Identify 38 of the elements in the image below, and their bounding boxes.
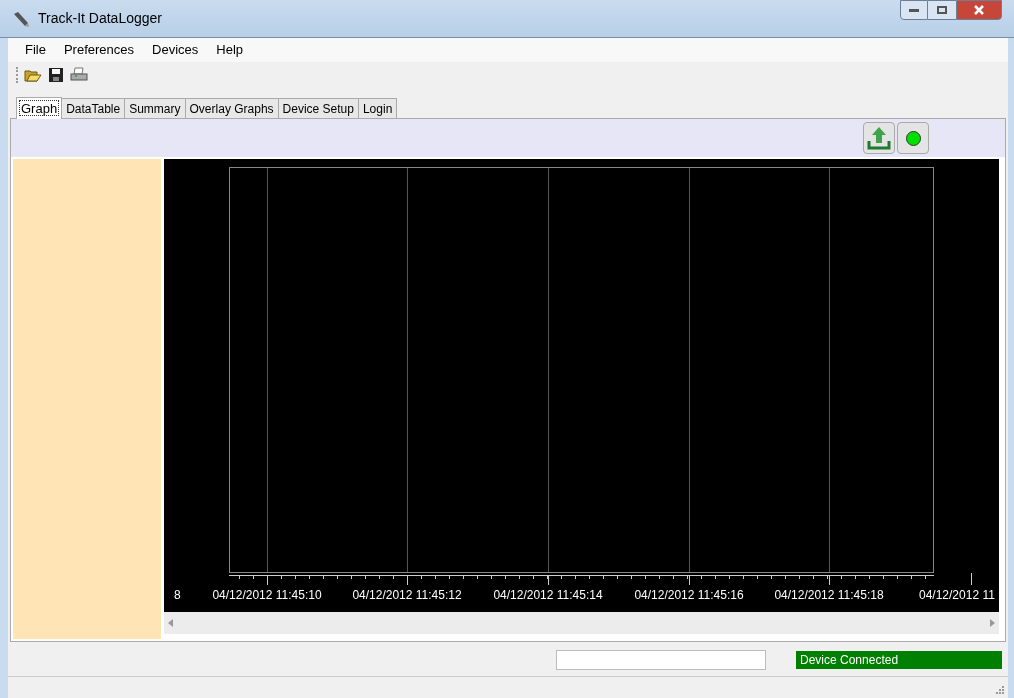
close-icon (974, 5, 984, 15)
axis-label: 04/12/2012 11:45:10 (212, 588, 322, 602)
horizontal-scrollbar[interactable] (164, 612, 999, 634)
axis-label: 04/12/2012 11:45:18 (774, 588, 884, 602)
resize-grip-icon[interactable] (995, 685, 1004, 694)
printer-icon[interactable] (70, 67, 88, 83)
tab[interactable]: Device Setup (277, 98, 359, 118)
connection-status: Device Connected (796, 651, 1002, 669)
input-field[interactable] (556, 650, 766, 670)
axis-label: 04/12/2012 11:45:16 (634, 588, 744, 602)
tab[interactable]: DataTable (61, 98, 126, 118)
axis-label: 04/12/2012 11:45:14 (493, 588, 603, 602)
tab[interactable]: Summary (124, 98, 186, 118)
axis-label: 8 (174, 588, 181, 602)
pen-icon (12, 9, 30, 28)
status-light-button[interactable] (897, 122, 929, 154)
tab[interactable]: Overlay Graphs (184, 98, 279, 118)
open-folder-icon[interactable] (24, 67, 42, 83)
upload-icon (866, 125, 892, 151)
scroll-left-icon[interactable] (168, 619, 173, 627)
tab[interactable]: Graph (16, 97, 63, 119)
upload-button[interactable] (863, 122, 895, 154)
maximize-button[interactable] (928, 0, 956, 20)
axis-label: 04/12/2012 11 (919, 588, 995, 602)
status-light-icon (905, 130, 921, 146)
scroll-right-icon[interactable] (990, 619, 995, 627)
save-icon[interactable] (48, 67, 64, 83)
maximize-icon (937, 6, 947, 14)
axis-label: 04/12/2012 11:45:12 (352, 588, 462, 602)
menu-item[interactable]: Preferences (54, 40, 144, 60)
menu-item[interactable]: Help (207, 40, 253, 60)
close-button[interactable] (956, 0, 1002, 20)
menu-item[interactable]: File (16, 40, 55, 60)
minimize-button[interactable] (900, 0, 928, 20)
menu-item[interactable]: Devices (143, 40, 208, 60)
tab[interactable]: Login (357, 98, 398, 118)
window-title: Track-It DataLogger (38, 9, 162, 28)
minimize-icon (909, 8, 919, 12)
